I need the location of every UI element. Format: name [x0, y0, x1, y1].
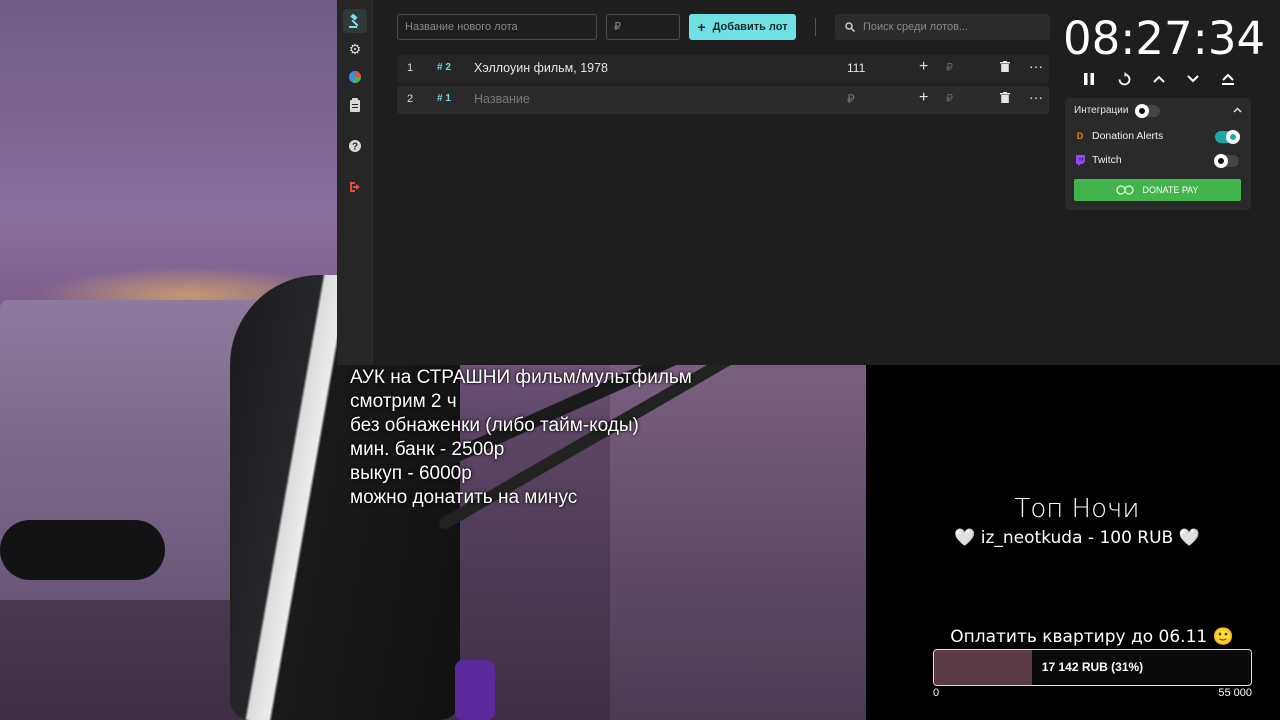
toggle-knob [1214, 154, 1228, 168]
toggle-knob [1135, 104, 1149, 118]
top-night-title: Топ Ночи [1014, 494, 1140, 524]
rules-line: смотрим 2 ч [350, 391, 457, 412]
trash-glyph-icon [1000, 92, 1010, 103]
plus-icon: + [697, 19, 706, 35]
more-icon[interactable]: ··· [1029, 89, 1043, 105]
integrations-master-toggle[interactable] [1135, 104, 1160, 118]
lot-name[interactable]: Название [474, 92, 530, 106]
lot-extra-amount[interactable]: ₽ [946, 92, 953, 105]
collapse-chevron-icon [1233, 107, 1242, 113]
rules-line: выкуп - 6000р [350, 463, 472, 484]
trash-glyph-icon [1000, 61, 1010, 72]
donation-alerts-toggle[interactable] [1215, 130, 1240, 144]
toolbar-divider [815, 18, 816, 36]
pause-icon[interactable] [1078, 68, 1100, 90]
goal-title: Оплатить квартиру до 06.11 🙂 [950, 627, 1234, 647]
donatepay-logo-icon [1116, 185, 1135, 195]
lot-row: 1 # 2 Хэллоуин фильм, 1978 111 + ₽ ··· [397, 55, 1049, 83]
lot-id: # 1 [437, 93, 451, 104]
twitch-icon [1074, 154, 1086, 166]
lot-index: 1 [407, 62, 414, 74]
lot-amount[interactable]: ₽ [847, 92, 855, 106]
rules-line: можно донатить на минус [350, 487, 578, 508]
goal-progress-bar: 17 142 RUB (31%) [933, 649, 1252, 686]
sidebar: ⚙ ? [337, 0, 373, 365]
lot-extra-amount[interactable]: ₽ [946, 61, 953, 74]
chevron-up-icon[interactable] [1148, 68, 1170, 90]
more-icon[interactable]: ··· [1029, 58, 1043, 74]
pause-glyph-icon [1084, 73, 1094, 85]
settings-gear-icon[interactable]: ⚙ [343, 37, 367, 61]
auction-timer: 08:27:34 [1063, 12, 1266, 65]
lot-row: 2 # 1 Название ₽ + ₽ ··· [397, 86, 1049, 114]
integrations-title: Интеграции [1074, 105, 1129, 116]
clipboard-icon[interactable] [343, 93, 367, 117]
chevron-up-icon[interactable] [1233, 104, 1242, 116]
new-lot-name-input[interactable] [397, 14, 597, 40]
integration-label: Donation Alerts [1092, 130, 1164, 142]
chevron-up-glyph-icon [1153, 75, 1165, 83]
lot-index: 2 [407, 93, 414, 105]
twitch-toggle[interactable] [1214, 154, 1239, 168]
auction-gavel-icon[interactable] [343, 9, 367, 33]
lot-name[interactable]: Хэллоуин фильм, 1978 [474, 61, 608, 75]
purple-object [455, 660, 495, 720]
auction-rules-text: АУК на СТРАШНИ фильм/мультфильм смотрим … [350, 366, 692, 510]
restart-glyph-icon [1118, 71, 1130, 85]
donatepay-label: DONATE PAY [1142, 185, 1199, 195]
question-circle-icon: ? [349, 140, 361, 153]
integration-twitch: Twitch [1074, 154, 1122, 166]
stream-screen: ⚙ ? + Добавить лот [0, 0, 1280, 720]
chevron-down-icon[interactable] [1182, 68, 1204, 90]
goal-progress-text: 17 142 RUB (31%) [1041, 660, 1144, 674]
stats-pie-icon[interactable] [343, 65, 367, 89]
toggle-knob [1226, 130, 1240, 144]
exit-arrow-icon [350, 182, 360, 192]
svg-text:?: ? [352, 142, 358, 153]
integrations-panel: Интеграции D Donation Alerts Twitch DONA… [1065, 98, 1251, 210]
search-box[interactable] [835, 14, 1050, 40]
lot-add-icon[interactable]: + [919, 58, 928, 76]
chair-armrest [0, 520, 165, 580]
pie-chart-icon [349, 71, 361, 83]
double-chevron-up-icon[interactable] [1217, 68, 1239, 90]
logout-icon[interactable] [343, 175, 367, 199]
add-lot-label: Добавить лот [712, 21, 788, 33]
twitch-glyph-icon [1076, 154, 1085, 165]
search-input[interactable] [863, 21, 1043, 33]
integration-label: Twitch [1092, 154, 1122, 166]
goal-max: 55 000 [1218, 687, 1252, 699]
gavel-icon [349, 14, 359, 28]
rules-line: мин. банк - 2500р [350, 439, 505, 460]
donation-alerts-icon: D [1076, 131, 1084, 141]
donatepay-button[interactable]: DONATE PAY [1074, 179, 1241, 201]
rules-line: без обнаженки (либо тайм-коды) [350, 415, 639, 436]
add-lot-button[interactable]: + Добавить лот [689, 14, 796, 40]
trash-icon[interactable] [1000, 61, 1010, 75]
lot-id: # 2 [437, 62, 451, 73]
rules-line: АУК на СТРАШНИ фильм/мультфильм [350, 367, 692, 388]
goal-min: 0 [933, 687, 940, 699]
lot-amount[interactable]: 111 [847, 61, 865, 75]
chevron-down-glyph-icon [1187, 75, 1199, 83]
search-icon [845, 22, 855, 32]
clipboard-glyph-icon [350, 98, 360, 112]
help-icon[interactable]: ? [343, 134, 367, 158]
reset-icon[interactable] [1113, 68, 1135, 90]
new-lot-amount-input[interactable] [606, 14, 680, 40]
lot-add-icon[interactable]: + [919, 89, 928, 107]
integration-donation-alerts: D Donation Alerts [1074, 130, 1163, 142]
timer-controls [1074, 66, 1244, 92]
trash-icon[interactable] [1000, 92, 1010, 106]
top-donor: 🤍 iz_neotkuda - 100 RUB 🤍 [954, 528, 1200, 548]
chevron-up-bar-glyph-icon [1222, 73, 1234, 85]
auction-app: ⚙ ? + Добавить лот [337, 0, 1280, 365]
